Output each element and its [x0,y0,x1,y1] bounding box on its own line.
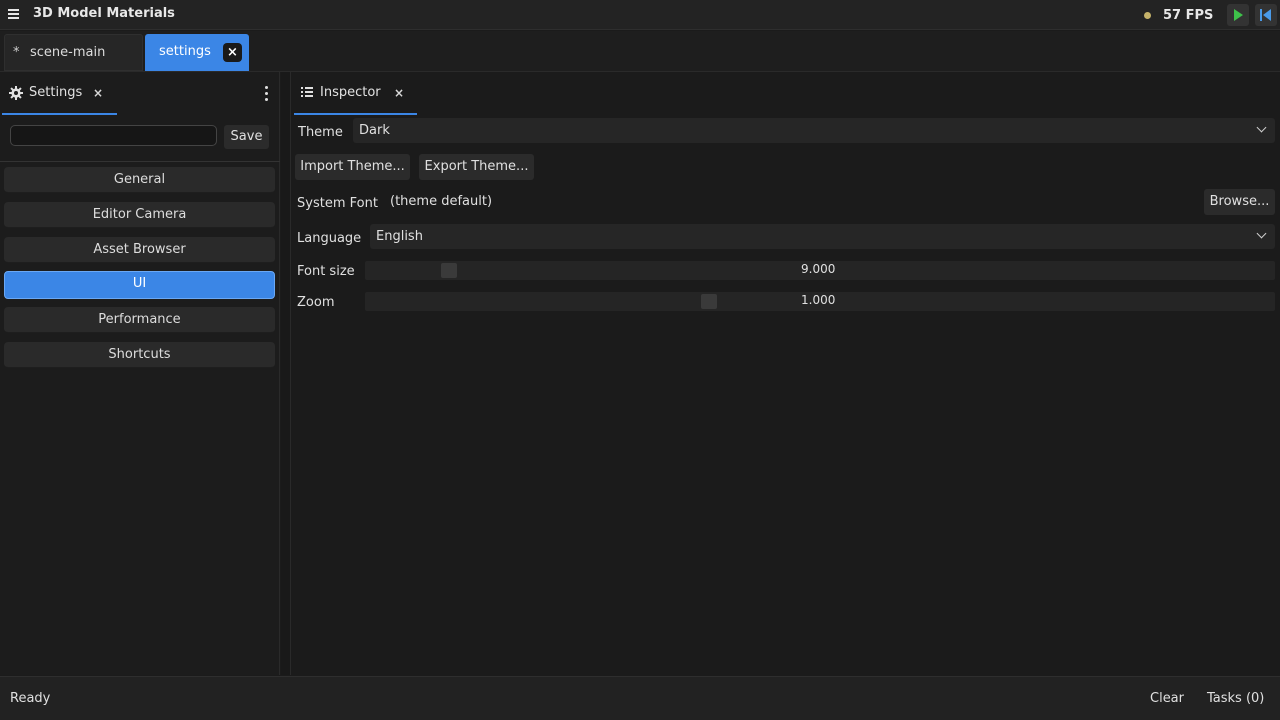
nav-shortcuts[interactable]: Shortcuts [4,342,275,368]
settings-search-input[interactable] [10,125,217,146]
close-icon[interactable]: × [223,43,242,62]
tab-scene-main[interactable]: * scene-main [4,34,143,71]
font-size-value: 9.000 [801,262,836,276]
status-dot-icon [1144,12,1151,19]
font-size-slider[interactable]: 9.000 [365,261,1275,280]
nav-ui[interactable]: UI [4,271,275,299]
save-button[interactable]: Save [224,125,269,149]
import-theme-button[interactable]: Import Theme... [295,154,410,180]
panel-tab-settings[interactable]: Settings × [2,78,117,115]
status-text: Ready [10,691,51,706]
slider-handle[interactable] [701,294,717,309]
settings-panel: Settings × Save General Editor Camera As… [0,72,280,675]
tab-settings[interactable]: settings × [145,34,249,71]
clear-button[interactable]: Clear [1150,691,1184,706]
nav-asset-browser[interactable]: Asset Browser [4,237,275,263]
close-icon[interactable]: × [93,86,103,100]
nav-editor-camera[interactable]: Editor Camera [4,202,275,228]
panel-tab-label: Inspector [320,85,381,100]
fps-counter: 57 FPS [1163,8,1214,23]
list-icon [301,87,313,97]
theme-dropdown[interactable]: Dark [353,118,1275,143]
skip-back-button[interactable] [1255,4,1277,26]
font-size-label: Font size [297,264,355,279]
panel-tab-inspector[interactable]: Inspector × [294,78,417,115]
nav-performance[interactable]: Performance [4,307,275,333]
language-label: Language [297,231,362,246]
tab-label: scene-main [30,45,106,60]
chevron-down-icon [1256,228,1267,239]
play-button[interactable] [1227,4,1249,26]
menu-icon[interactable] [6,6,22,22]
chevron-down-icon [1256,122,1267,133]
zoom-value: 1.000 [801,293,836,307]
system-font-value: (theme default) [390,194,493,209]
divider [0,161,280,162]
status-bar: Ready Clear Tasks (0) [0,676,1280,720]
language-value: English [376,229,423,244]
slider-handle[interactable] [441,263,457,278]
inspector-panel: Inspector × Theme Dark Import Theme... E… [292,72,1280,675]
panel-splitter[interactable] [281,72,291,675]
title-bar: 3D Model Materials 57 FPS [0,0,1280,30]
zoom-label: Zoom [297,295,335,310]
browse-font-button[interactable]: Browse... [1204,189,1275,215]
nav-general[interactable]: General [4,167,275,193]
system-font-label: System Font [297,196,378,211]
modified-marker: * [13,45,20,60]
close-icon[interactable]: × [394,86,404,100]
gear-icon [9,86,23,100]
theme-label: Theme [298,125,343,140]
panel-tab-label: Settings [29,85,83,100]
tab-label: settings [159,44,211,59]
play-icon [1234,9,1243,21]
app-title: 3D Model Materials [33,6,175,21]
language-dropdown[interactable]: English [370,224,1275,249]
document-tabs: * scene-main settings × [0,31,1280,72]
tasks-button[interactable]: Tasks (0) [1207,691,1264,706]
theme-value: Dark [359,123,390,138]
export-theme-button[interactable]: Export Theme... [419,154,534,180]
zoom-slider[interactable]: 1.000 [365,292,1275,311]
kebab-menu-icon[interactable] [260,84,274,102]
